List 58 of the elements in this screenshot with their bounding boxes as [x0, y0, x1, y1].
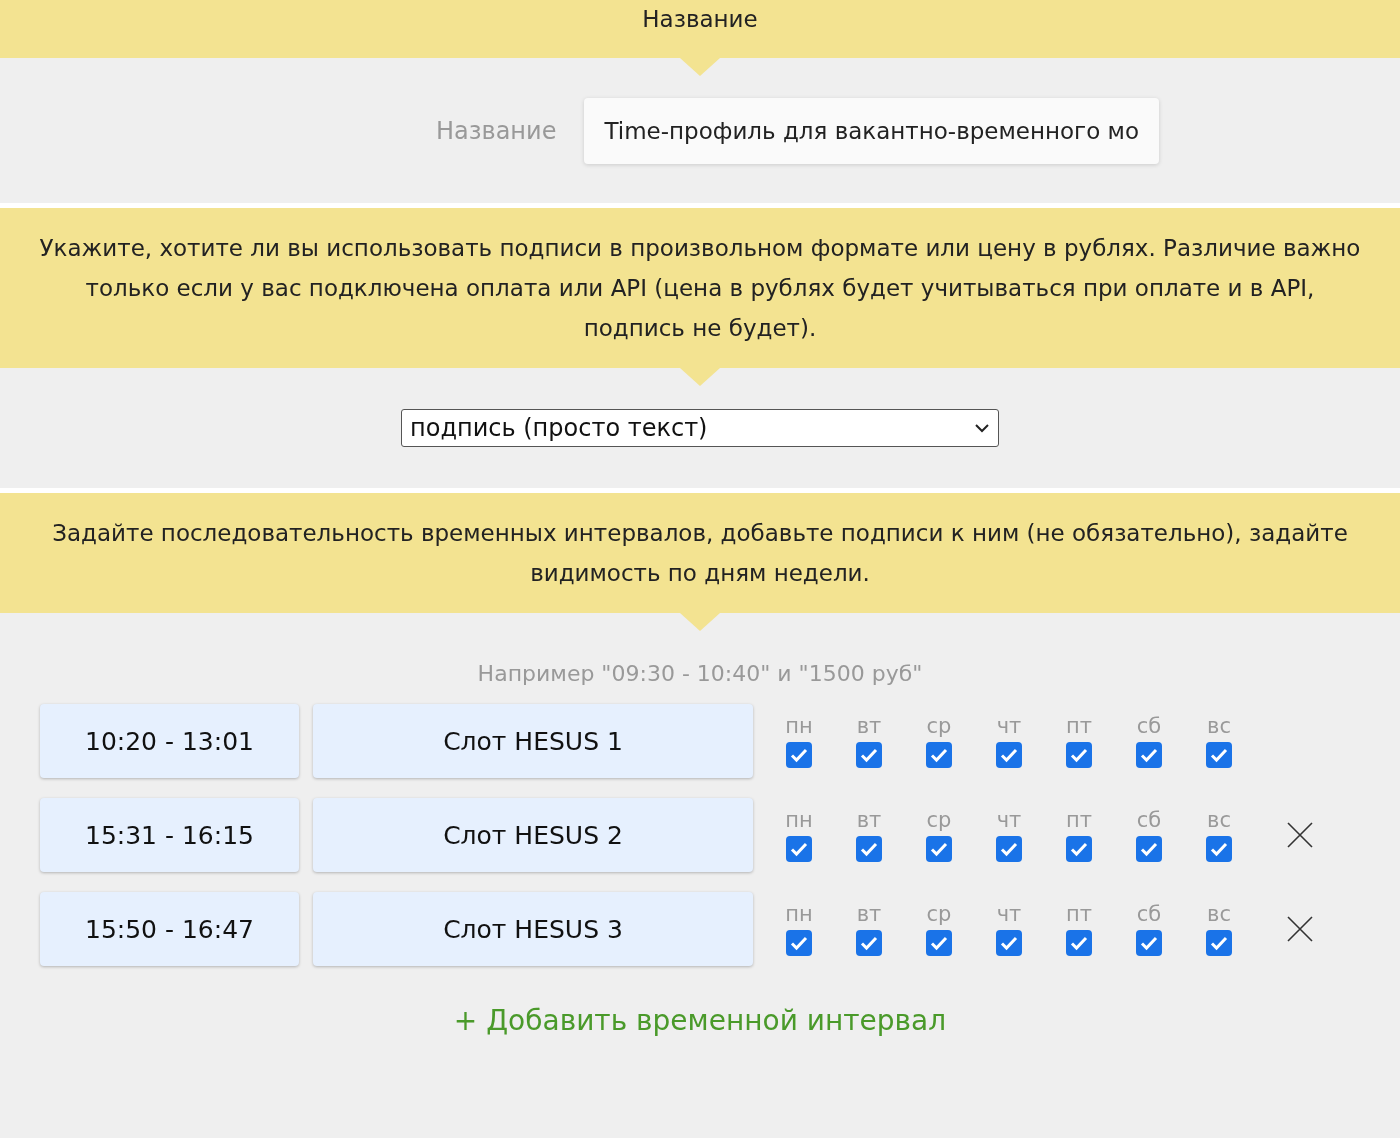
weekday-label: чт [996, 902, 1022, 926]
example-hint: Например "09:30 - 10:40" и "1500 руб" [476, 661, 924, 686]
weekday-label: пн [785, 714, 813, 738]
weekday-label: пт [1066, 808, 1092, 832]
weekday-checkbox[interactable] [996, 742, 1022, 768]
weekday-checkbox[interactable] [856, 930, 882, 956]
weekday-label: ср [926, 902, 952, 926]
time-range-field[interactable]: 15:31 - 16:15 [40, 798, 299, 872]
close-icon[interactable] [1286, 821, 1314, 849]
weekday-checkbox[interactable] [856, 742, 882, 768]
weekday-label: вс [1207, 902, 1231, 926]
weekday-label: вт [856, 714, 882, 738]
time-range-field[interactable]: 10:20 - 13:01 [40, 704, 299, 778]
weekday-label: пн [785, 808, 813, 832]
weekday-label: сб [1136, 808, 1162, 832]
time-range-field[interactable]: 15:50 - 16:47 [40, 892, 299, 966]
weekday-checkbox[interactable] [856, 836, 882, 862]
section-description: Задайте последовательность временных интервалов, добавьте подписи к ним (не обязательно), задайте видимость по дням недели. [51, 519, 1349, 588]
weekday-checkbox[interactable] [1066, 930, 1092, 956]
section-description: Укажите, хотите ли вы использовать подписи в произвольном формате или цену в рублях. Различие важно только если у вас подключена оплата или API (цена в рублях будет учитываться при оплате и в API, подпись не будет). [38, 234, 1362, 343]
weekday-checkbox[interactable] [1066, 836, 1092, 862]
weekday-checkbox[interactable] [1206, 742, 1232, 768]
caption-field[interactable]: Слот HESUS 1 [313, 704, 753, 778]
section-title: Название [642, 5, 758, 34]
weekday-checkbox[interactable] [1136, 836, 1162, 862]
weekday-checkbox[interactable] [926, 930, 952, 956]
weekday-checkbox[interactable] [996, 836, 1022, 862]
weekday-label: вт [856, 902, 882, 926]
weekday-label: пт [1066, 714, 1092, 738]
weekday-checkbox[interactable] [1066, 742, 1092, 768]
weekday-checkbox[interactable] [996, 930, 1022, 956]
weekday-label: чт [996, 714, 1022, 738]
weekday-label: ср [926, 808, 952, 832]
weekday-checkbox[interactable] [1206, 836, 1232, 862]
caption-field[interactable]: Слот HESUS 3 [313, 892, 753, 966]
caption-field[interactable]: Слот HESUS 2 [313, 798, 753, 872]
close-icon[interactable] [1286, 915, 1314, 943]
weekday-label: чт [996, 808, 1022, 832]
weekday-checkbox[interactable] [1136, 930, 1162, 956]
weekday-checkbox[interactable] [926, 836, 952, 862]
weekday-checkbox[interactable] [1206, 930, 1232, 956]
price-type-dropdown[interactable]: подпись (просто текст) [401, 409, 999, 447]
weekday-label: сб [1136, 902, 1162, 926]
weekday-label: вт [856, 808, 882, 832]
weekday-label: пт [1066, 902, 1092, 926]
weekday-checkbox[interactable] [1136, 742, 1162, 768]
weekday-checkbox[interactable] [926, 742, 952, 768]
weekday-label: вс [1207, 714, 1231, 738]
weekday-label: пн [785, 902, 813, 926]
weekday-label: вс [1207, 808, 1231, 832]
weekday-checkbox[interactable] [786, 836, 812, 862]
name-input-field[interactable]: Time-профиль для вакантно-временного мо [584, 97, 1159, 164]
field-label: Название [436, 116, 557, 145]
chevron-down-icon [974, 423, 990, 433]
weekday-checkbox[interactable] [786, 742, 812, 768]
weekday-label: ср [926, 714, 952, 738]
weekday-label: сб [1136, 714, 1162, 738]
weekday-checkbox[interactable] [786, 930, 812, 956]
